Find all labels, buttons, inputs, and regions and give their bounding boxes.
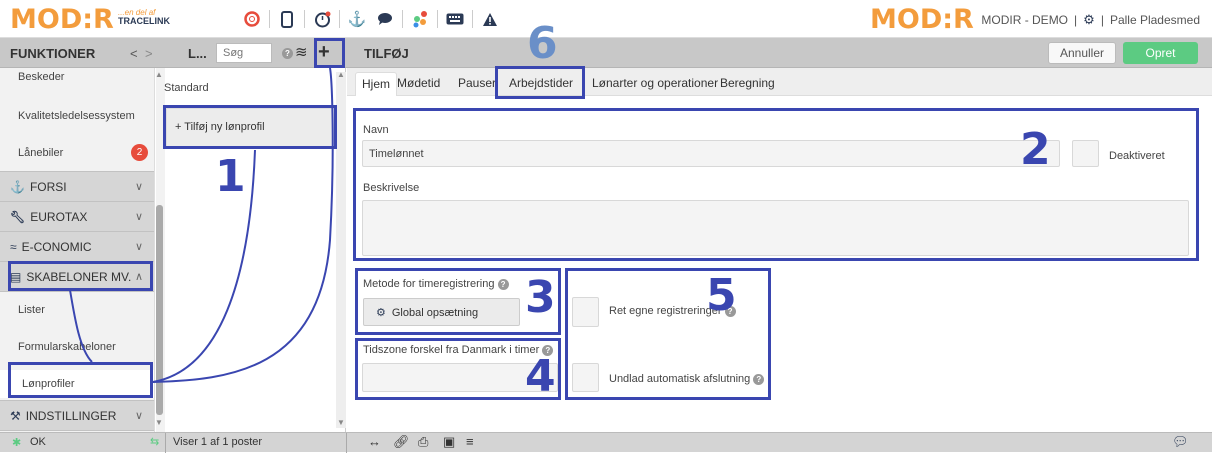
status-ok: OK <box>30 436 46 448</box>
resize-icon[interactable]: ↔ <box>368 434 381 449</box>
connector-line <box>69 289 93 363</box>
annotation-number: 6 <box>527 18 558 69</box>
print-icon[interactable]: ⎙ <box>418 434 428 450</box>
annotation-connectors <box>69 67 334 383</box>
menu-icon[interactable]: ≡ <box>466 434 474 449</box>
annotation-number: 3 <box>525 272 556 323</box>
pdf-icon[interactable]: ▣ <box>443 434 455 450</box>
status-bar: ✱ OK ⇆ Viser 1 af 1 poster ↔ 🔗︎ ⎙ ▣ ≡ 💬︎ <box>0 432 1212 453</box>
annotation-number: 5 <box>706 270 737 321</box>
link-icon[interactable]: 🔗︎ <box>393 434 410 450</box>
chat-support-icon[interactable]: 💬︎ <box>1172 434 1189 450</box>
connector-line <box>152 67 334 383</box>
filter-icon[interactable]: ⇆ <box>150 435 159 448</box>
ok-icon: ✱ <box>12 437 22 449</box>
record-count: Viser 1 af 1 poster <box>173 436 263 448</box>
divider <box>346 433 347 453</box>
annotation-number: 2 <box>1020 124 1051 175</box>
divider <box>165 433 166 453</box>
annotation-number: 1 <box>215 151 246 202</box>
annotation-number: 4 <box>525 351 556 402</box>
